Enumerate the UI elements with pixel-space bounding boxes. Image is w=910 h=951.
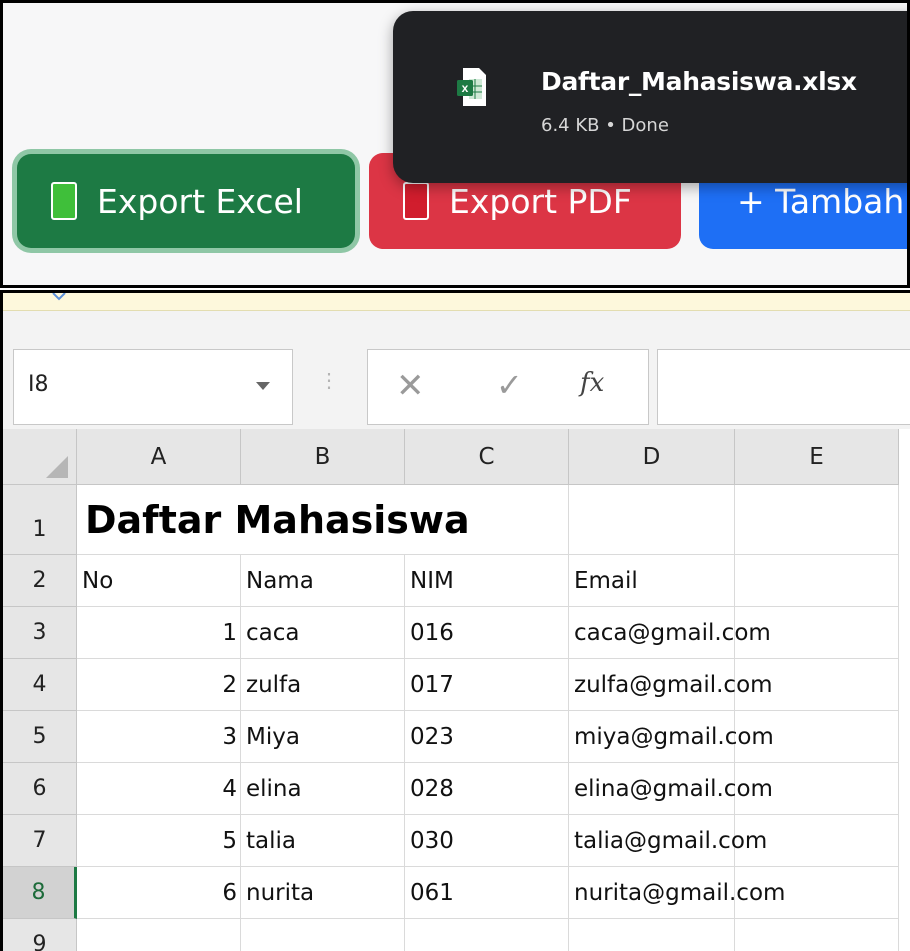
row-header-9[interactable]: 9 xyxy=(3,919,77,951)
excel-window: I8 ⋮ ✕ ✓ fx A B C D E 1 2 3 4 5 6 7 8 9 Daftar Mahasis… xyxy=(0,290,910,951)
table-cell[interactable]: 3 xyxy=(77,711,241,763)
row-header-6[interactable]: 6 xyxy=(3,763,77,815)
download-filename: Daftar_Mahasiswa.xlsx xyxy=(541,67,857,96)
table-cell[interactable]: talia xyxy=(241,815,405,867)
table-cell[interactable]: caca@gmail.com xyxy=(569,607,771,659)
table-cell[interactable]: zulfa xyxy=(241,659,405,711)
table-cell[interactable]: 6 xyxy=(77,867,241,919)
web-app-panel: Export Excel Export PDF + Tambah x Dafta… xyxy=(0,0,910,288)
table-cell[interactable]: 2 xyxy=(77,659,241,711)
row-header-2[interactable]: 2 xyxy=(3,555,77,607)
table-cell[interactable]: 016 xyxy=(405,607,569,659)
table-cell[interactable]: 1 xyxy=(77,607,241,659)
name-box-value: I8 xyxy=(28,372,49,397)
table-cell[interactable]: 030 xyxy=(405,815,569,867)
sheet-title[interactable]: Daftar Mahasiswa xyxy=(77,485,569,555)
row-header-5[interactable]: 5 xyxy=(3,711,77,763)
row-header-8[interactable]: 8 xyxy=(3,867,77,919)
add-button-label: + Tambah xyxy=(737,181,905,221)
table-cell[interactable]: 023 xyxy=(405,711,569,763)
column-title-nim[interactable]: NIM xyxy=(405,555,569,607)
function-icon[interactable]: fx xyxy=(580,368,604,398)
formula-tools: ✕ ✓ fx xyxy=(367,349,649,425)
cell-a9[interactable] xyxy=(77,919,241,951)
excel-file-icon: x xyxy=(457,68,486,106)
cell-b9[interactable] xyxy=(241,919,405,951)
spreadsheet-grid[interactable]: A B C D E 1 2 3 4 5 6 7 8 9 Daftar Mahasiswa No Nama NIM E… xyxy=(3,429,910,951)
export-excel-button[interactable]: Export Excel xyxy=(17,154,355,248)
select-all-corner[interactable] xyxy=(3,429,77,485)
enter-icon[interactable]: ✓ xyxy=(496,366,523,404)
table-cell[interactable]: nurita@gmail.com xyxy=(569,867,785,919)
row-header-3[interactable]: 3 xyxy=(3,607,77,659)
export-excel-label: Export Excel xyxy=(97,181,303,221)
svg-text:x: x xyxy=(462,81,469,95)
chevron-down-icon[interactable] xyxy=(51,291,67,301)
table-cell[interactable]: 4 xyxy=(77,763,241,815)
column-title-no[interactable]: No xyxy=(77,555,241,607)
table-cell[interactable]: 5 xyxy=(77,815,241,867)
cell-c9[interactable] xyxy=(405,919,569,951)
more-options-icon: ⋮ xyxy=(319,370,339,392)
table-cell[interactable]: talia@gmail.com xyxy=(569,815,767,867)
table-cell[interactable]: elina@gmail.com xyxy=(569,763,773,815)
column-title-email[interactable]: Email xyxy=(569,555,735,607)
formula-input[interactable] xyxy=(657,349,910,425)
table-cell[interactable]: zulfa@gmail.com xyxy=(569,659,773,711)
table-cell[interactable]: elina xyxy=(241,763,405,815)
table-cell[interactable]: nurita xyxy=(241,867,405,919)
row-header-1[interactable]: 1 xyxy=(3,485,77,555)
table-cell[interactable]: 017 xyxy=(405,659,569,711)
name-box[interactable]: I8 xyxy=(13,349,293,425)
message-bar xyxy=(3,293,910,311)
cell-d1[interactable] xyxy=(569,485,735,555)
cell-d9[interactable] xyxy=(569,919,735,951)
column-header-e[interactable]: E xyxy=(735,429,899,485)
row-header-4[interactable]: 4 xyxy=(3,659,77,711)
export-pdf-label: Export PDF xyxy=(449,181,632,221)
download-popup[interactable]: x Daftar_Mahasiswa.xlsx 6.4 KB • Done xyxy=(393,11,907,183)
cell-e2[interactable] xyxy=(735,555,899,607)
green-book-icon xyxy=(51,182,77,220)
column-title-nama[interactable]: Nama xyxy=(241,555,405,607)
cancel-icon[interactable]: ✕ xyxy=(396,366,425,406)
download-status: 6.4 KB • Done xyxy=(541,115,669,136)
formula-bar: I8 ⋮ ✕ ✓ fx xyxy=(3,311,910,429)
column-header-d[interactable]: D xyxy=(569,429,735,485)
chevron-down-icon[interactable] xyxy=(256,382,270,390)
table-cell[interactable]: 028 xyxy=(405,763,569,815)
cell-e9[interactable] xyxy=(735,919,899,951)
red-book-icon xyxy=(403,182,429,220)
table-cell[interactable]: 061 xyxy=(405,867,569,919)
column-header-c[interactable]: C xyxy=(405,429,569,485)
row-header-7[interactable]: 7 xyxy=(3,815,77,867)
table-cell[interactable]: Miya xyxy=(241,711,405,763)
table-cell[interactable]: miya@gmail.com xyxy=(569,711,774,763)
cell-e1[interactable] xyxy=(735,485,899,555)
table-cell[interactable]: caca xyxy=(241,607,405,659)
column-header-a[interactable]: A xyxy=(77,429,241,485)
column-header-b[interactable]: B xyxy=(241,429,405,485)
